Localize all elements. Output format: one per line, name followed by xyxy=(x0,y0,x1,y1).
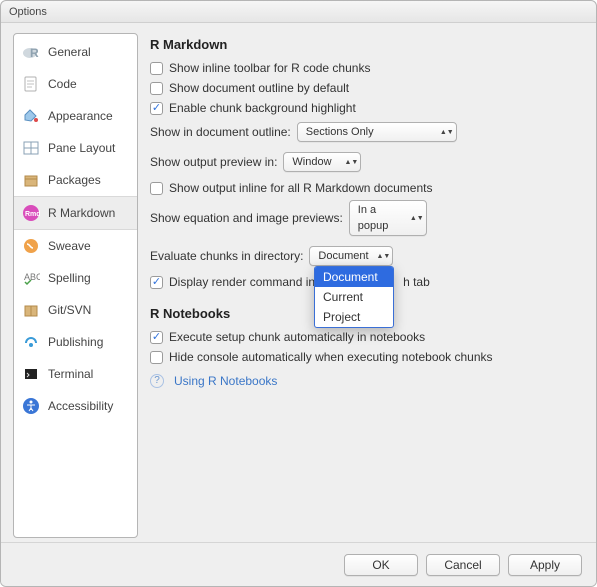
help-icon: ? xyxy=(150,374,164,388)
sidebar-item-spelling[interactable]: ABC Spelling xyxy=(14,262,137,294)
sidebar-item-publishing[interactable]: Publishing xyxy=(14,326,137,358)
option-inline-toolbar[interactable]: Show inline toolbar for R code chunks xyxy=(150,60,580,76)
output-preview-label: Show output preview in: xyxy=(150,154,277,170)
sidebar: R General Code Appearance Pane xyxy=(13,33,138,538)
output-preview-select[interactable]: Window ▲▼ xyxy=(283,152,361,172)
eval-dir-dropdown[interactable]: Document Current Project xyxy=(314,266,394,328)
stepper-icon: ▲▼ xyxy=(442,129,452,136)
section-heading-rmarkdown: R Markdown xyxy=(150,37,580,52)
sidebar-item-label: Code xyxy=(48,77,77,91)
notebooks-help-row: ? Using R Notebooks xyxy=(150,373,580,389)
sidebar-item-accessibility[interactable]: Accessibility xyxy=(14,390,137,422)
options-panel: R Markdown Show inline toolbar for R cod… xyxy=(146,33,584,538)
cancel-button[interactable]: Cancel xyxy=(426,554,500,576)
apply-button[interactable]: Apply xyxy=(508,554,582,576)
sidebar-item-sweave[interactable]: Sweave xyxy=(14,230,137,262)
accessibility-icon xyxy=(22,397,40,415)
option-label-pre: Display render command in xyxy=(169,274,315,290)
sidebar-item-general[interactable]: R General xyxy=(14,36,137,68)
eval-dir-row: Evaluate chunks in directory: Document ▲… xyxy=(150,246,580,266)
svg-text:ABC: ABC xyxy=(24,272,40,282)
dialog-footer: OK Cancel Apply xyxy=(1,542,596,586)
option-label: Enable chunk background highlight xyxy=(169,100,356,116)
dropdown-option-project[interactable]: Project xyxy=(315,307,393,327)
eq-img-label: Show equation and image previews: xyxy=(150,210,343,226)
option-label: Show output inline for all R Markdown do… xyxy=(169,180,432,196)
show-outline-row: Show in document outline: Sections Only … xyxy=(150,122,580,142)
sidebar-item-label: Appearance xyxy=(48,109,113,123)
sidebar-item-pane-layout[interactable]: Pane Layout xyxy=(14,132,137,164)
eq-img-select[interactable]: In a popup ▲▼ xyxy=(349,200,427,236)
stepper-icon: ▲▼ xyxy=(378,253,388,260)
content-area: R General Code Appearance Pane xyxy=(1,23,596,542)
window-titlebar: Options xyxy=(1,1,596,23)
stepper-icon: ▲▼ xyxy=(346,159,356,166)
select-value: Sections Only xyxy=(306,124,374,140)
checkbox-checked[interactable] xyxy=(150,102,163,115)
option-label: Show document outline by default xyxy=(169,80,349,96)
show-outline-label: Show in document outline: xyxy=(150,124,291,140)
sidebar-item-gitsvn[interactable]: Git/SVN xyxy=(14,294,137,326)
output-preview-row: Show output preview in: Window ▲▼ xyxy=(150,152,580,172)
option-exec-setup[interactable]: Execute setup chunk automatically in not… xyxy=(150,329,580,345)
sidebar-item-label: Sweave xyxy=(48,239,91,253)
ok-button[interactable]: OK xyxy=(344,554,418,576)
sidebar-item-label: Publishing xyxy=(48,335,103,349)
checkbox-checked[interactable] xyxy=(150,331,163,344)
checkbox[interactable] xyxy=(150,351,163,364)
sidebar-item-label: Terminal xyxy=(48,367,93,381)
grid-layout-icon xyxy=(22,139,40,157)
checkbox[interactable] xyxy=(150,182,163,195)
sidebar-item-packages[interactable]: Packages xyxy=(14,164,137,196)
option-chunk-bg-highlight[interactable]: Enable chunk background highlight xyxy=(150,100,580,116)
show-outline-select[interactable]: Sections Only ▲▼ xyxy=(297,122,457,142)
select-value: Document xyxy=(318,248,368,264)
checkbox[interactable] xyxy=(150,62,163,75)
select-value: In a popup xyxy=(358,202,408,234)
git-box-icon xyxy=(22,301,40,319)
publishing-icon xyxy=(22,333,40,351)
select-value: Window xyxy=(292,154,331,170)
spelling-icon: ABC xyxy=(22,269,40,287)
sidebar-item-appearance[interactable]: Appearance xyxy=(14,100,137,132)
option-label: Hide console automatically when executin… xyxy=(169,349,493,365)
option-document-outline[interactable]: Show document outline by default xyxy=(150,80,580,96)
sidebar-item-code[interactable]: Code xyxy=(14,68,137,100)
r-logo-icon: R xyxy=(22,43,40,61)
svg-text:R: R xyxy=(30,46,39,60)
using-r-notebooks-link[interactable]: Using R Notebooks xyxy=(174,373,277,389)
code-file-icon xyxy=(22,75,40,93)
dropdown-option-document[interactable]: Document xyxy=(315,267,393,287)
sidebar-item-label: Accessibility xyxy=(48,399,113,413)
sidebar-item-label: Pane Layout xyxy=(48,141,115,155)
options-window: Options R General Code Appearance xyxy=(0,0,597,587)
option-label: Execute setup chunk automatically in not… xyxy=(169,329,425,345)
dropdown-option-current[interactable]: Current xyxy=(315,287,393,307)
sidebar-item-label: Git/SVN xyxy=(48,303,91,317)
rmarkdown-icon: Rmd xyxy=(22,204,40,222)
sweave-icon xyxy=(22,237,40,255)
eval-dir-select[interactable]: Document ▲▼ xyxy=(309,246,393,266)
paint-bucket-icon xyxy=(22,107,40,125)
option-label: Show inline toolbar for R code chunks xyxy=(169,60,370,76)
svg-text:Rmd: Rmd xyxy=(25,211,40,218)
eval-dir-label: Evaluate chunks in directory: xyxy=(150,248,303,264)
window-title: Options xyxy=(9,6,47,18)
sidebar-item-label: R Markdown xyxy=(48,206,115,220)
stepper-icon: ▲▼ xyxy=(412,215,422,222)
terminal-icon xyxy=(22,365,40,383)
option-hide-console[interactable]: Hide console automatically when executin… xyxy=(150,349,580,365)
eq-img-previews-row: Show equation and image previews: In a p… xyxy=(150,200,580,236)
sidebar-item-rmarkdown[interactable]: Rmd R Markdown xyxy=(14,196,137,230)
package-box-icon xyxy=(22,171,40,189)
sidebar-item-terminal[interactable]: Terminal xyxy=(14,358,137,390)
checkbox[interactable] xyxy=(150,82,163,95)
sidebar-item-label: General xyxy=(48,45,91,59)
option-label-post: h tab xyxy=(403,274,430,290)
sidebar-item-label: Packages xyxy=(48,173,101,187)
option-output-inline[interactable]: Show output inline for all R Markdown do… xyxy=(150,180,580,196)
sidebar-item-label: Spelling xyxy=(48,271,91,285)
checkbox-checked[interactable] xyxy=(150,276,163,289)
